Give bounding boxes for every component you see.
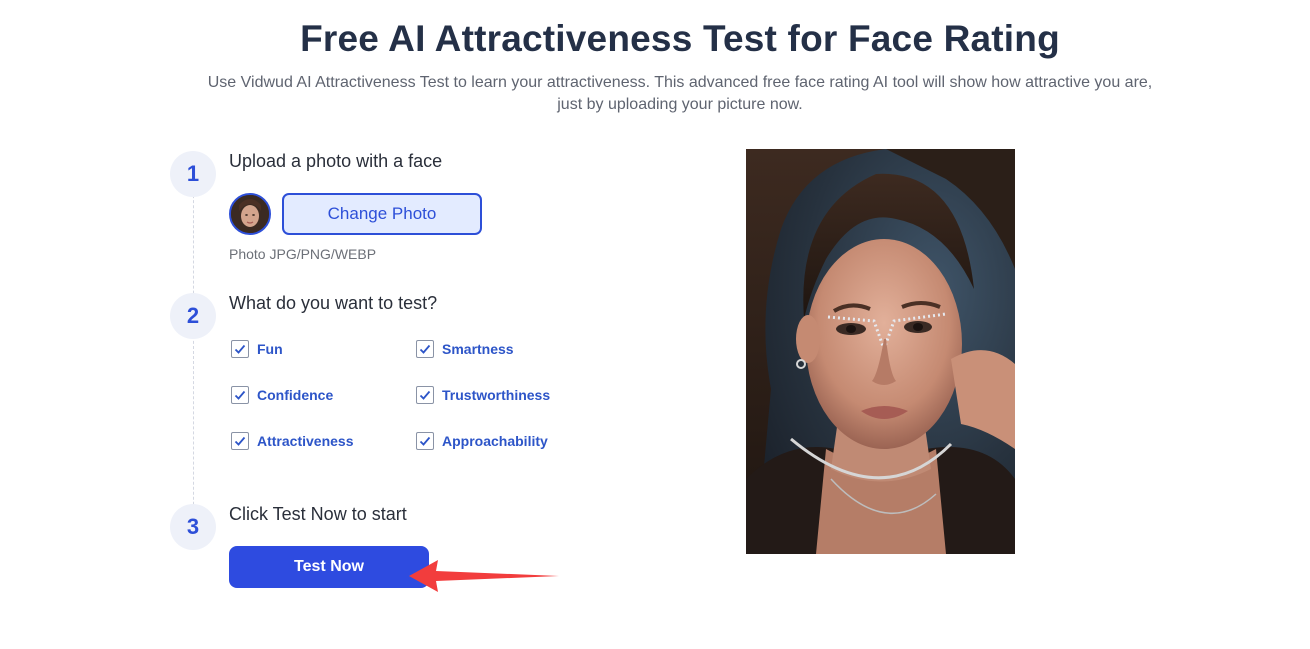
smartness-checkbox[interactable]	[416, 340, 434, 358]
check-icon	[234, 344, 246, 354]
step-3-title: Click Test Now to start	[229, 504, 407, 524]
uploaded-photo-thumbnail[interactable]	[229, 193, 271, 235]
check-icon	[419, 344, 431, 354]
option-attractiveness[interactable]: Attractiveness	[231, 432, 354, 450]
page-subtitle: Use Vidwud AI Attractiveness Test to lea…	[207, 74, 1153, 113]
avatar-face-icon	[231, 195, 269, 233]
option-label: Confidence	[257, 387, 334, 403]
option-label: Smartness	[442, 341, 514, 357]
option-approachability[interactable]: Approachability	[416, 432, 548, 450]
change-photo-button[interactable]: Change Photo	[282, 193, 482, 235]
step-1-title: Upload a photo with a face	[229, 151, 443, 171]
confidence-checkbox[interactable]	[231, 386, 249, 404]
photo-format-hint: Photo JPG/PNG/WEBP	[229, 246, 377, 262]
portrait-image	[746, 149, 1015, 554]
approachability-checkbox[interactable]	[416, 432, 434, 450]
option-smartness[interactable]: Smartness	[416, 340, 514, 358]
uploaded-photo-preview	[746, 149, 1015, 554]
option-trustworthiness[interactable]: Trustworthiness	[416, 386, 550, 404]
step-2-number: 2	[170, 293, 216, 339]
check-icon	[419, 436, 431, 446]
option-label: Fun	[257, 341, 283, 357]
step-2-title: What do you want to test?	[229, 293, 438, 313]
option-label: Attractiveness	[257, 433, 354, 449]
check-icon	[234, 390, 246, 400]
step-3-number: 3	[170, 504, 216, 550]
page: Free AI Attractiveness Test for Face Rat…	[0, 0, 1310, 649]
option-fun[interactable]: Fun	[231, 340, 283, 358]
option-label: Trustworthiness	[442, 387, 551, 403]
trustworthiness-checkbox[interactable]	[416, 386, 434, 404]
red-arrow-icon	[409, 560, 559, 592]
steps-connector-line	[193, 170, 194, 540]
attractiveness-checkbox[interactable]	[231, 432, 249, 450]
check-icon	[419, 390, 431, 400]
option-confidence[interactable]: Confidence	[231, 386, 333, 404]
step-1-number: 1	[170, 151, 216, 197]
page-title: Free AI Attractiveness Test for Face Rat…	[300, 18, 1060, 59]
check-icon	[234, 436, 246, 446]
test-now-button[interactable]: Test Now	[229, 546, 429, 588]
option-label: Approachability	[442, 433, 548, 449]
fun-checkbox[interactable]	[231, 340, 249, 358]
